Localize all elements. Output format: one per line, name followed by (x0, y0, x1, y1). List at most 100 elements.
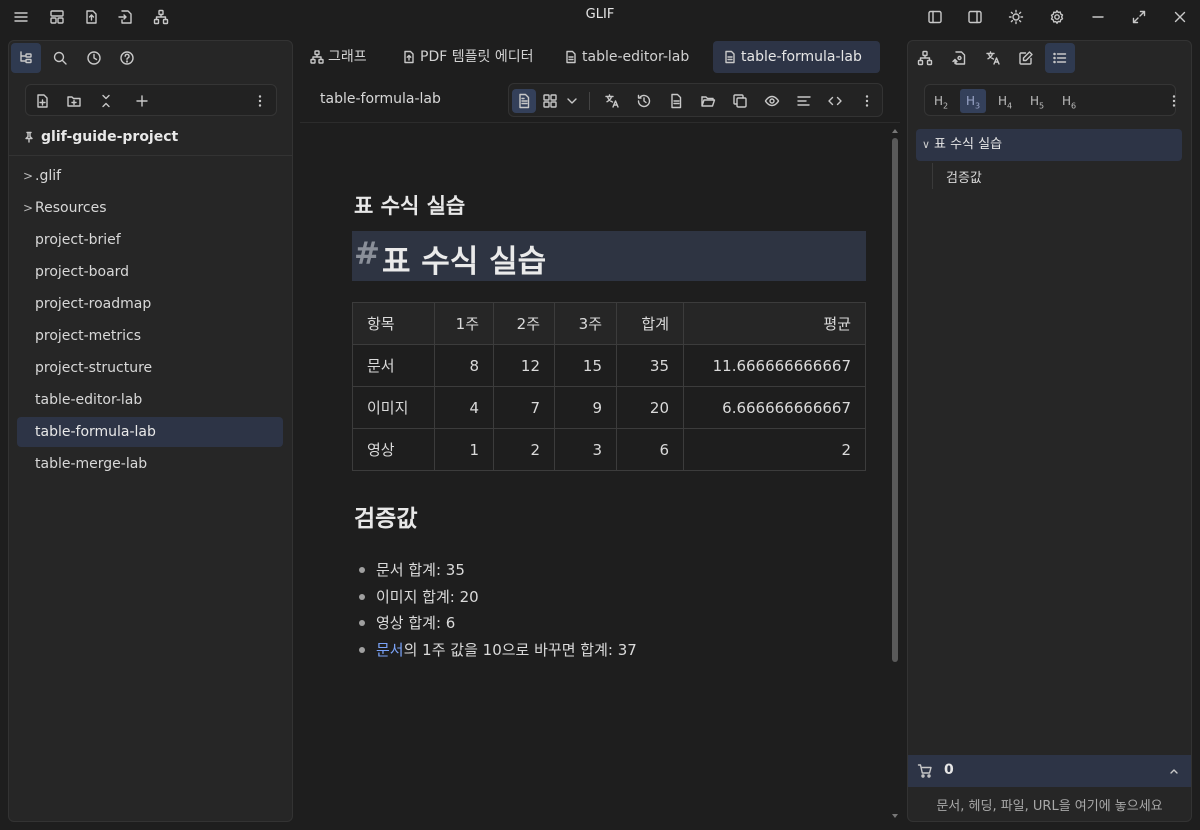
more-options-icon[interactable] (855, 89, 879, 113)
table-cell[interactable]: 11.666666666667 (683, 344, 866, 387)
table-cell[interactable]: 6 (616, 428, 684, 471)
tab-graph[interactable]: 그래프 (300, 41, 377, 73)
table-header-cell[interactable]: 3주 (554, 302, 617, 345)
more-options-icon[interactable] (249, 90, 271, 112)
heading-filter-h5[interactable]: H5 (1024, 89, 1050, 113)
tree-item-table-merge-lab[interactable]: table-merge-lab (17, 449, 283, 479)
search-icon[interactable] (45, 43, 75, 73)
preview-eye-icon[interactable] (760, 89, 784, 113)
tree-item-project-structure[interactable]: project-structure (17, 353, 283, 383)
new-folder-icon[interactable] (63, 90, 85, 112)
heading-filter-h4[interactable]: H4 (992, 89, 1018, 113)
dropzone-count: 0 (944, 762, 954, 778)
import-file-icon[interactable] (115, 7, 135, 27)
document-link[interactable]: 문서 (376, 637, 404, 664)
tree-item-project-metrics[interactable]: project-metrics (17, 321, 283, 351)
maximize-icon[interactable] (1129, 7, 1149, 27)
settings-gear-icon[interactable] (1047, 7, 1067, 27)
add-icon[interactable] (131, 90, 153, 112)
file-tree-icon[interactable] (11, 43, 41, 73)
table-header-cell[interactable]: 평균 (683, 302, 866, 345)
chevron-down-icon[interactable] (560, 89, 584, 113)
code-icon[interactable] (823, 89, 847, 113)
divider (300, 122, 900, 123)
edit-icon[interactable] (1011, 43, 1041, 73)
data-table[interactable]: 항목 1주 2주 3주 합계 평균 문서 8 12 15 35 11.66666… (352, 302, 866, 471)
close-icon[interactable] (1170, 7, 1190, 27)
tree-item-table-formula-lab[interactable]: table-formula-lab (17, 417, 283, 447)
more-options-icon[interactable] (1163, 90, 1185, 112)
tree-item-project-brief[interactable]: project-brief (17, 225, 283, 255)
table-cell[interactable]: 이미지 (352, 386, 435, 429)
table-cell[interactable]: 4 (434, 386, 494, 429)
collapse-all-icon[interactable] (95, 90, 117, 112)
menu-icon[interactable] (11, 7, 31, 27)
bullet (359, 593, 365, 600)
outline-item-heading[interactable]: ∨ 표 수식 실습 (916, 129, 1182, 161)
table-cell[interactable]: 6.666666666667 (683, 386, 866, 429)
folder-open-icon[interactable] (696, 89, 720, 113)
table-cell[interactable]: 35 (616, 344, 684, 387)
export-file-icon[interactable] (81, 7, 101, 27)
tab-bar: 그래프 PDF 템플릿 에디터 table-editor-lab table-f… (300, 40, 900, 74)
layout-icon[interactable] (47, 7, 67, 27)
tree-item-table-editor-lab[interactable]: table-editor-lab (17, 385, 283, 415)
table-cell[interactable]: 8 (434, 344, 494, 387)
tree-folder-resources[interactable]: > Resources (17, 193, 283, 223)
file-export-icon (402, 50, 416, 64)
minimize-icon[interactable] (1088, 7, 1108, 27)
chevron-up-icon[interactable] (1168, 765, 1180, 777)
tab-pdf-template-editor[interactable]: PDF 템플릿 에디터 (392, 41, 543, 73)
new-file-icon[interactable] (31, 90, 53, 112)
table-cell[interactable]: 12 (493, 344, 555, 387)
history-icon[interactable] (632, 89, 656, 113)
tree-folder-glif[interactable]: > .glif (17, 161, 283, 191)
table-cell[interactable]: 9 (554, 386, 617, 429)
table-cell[interactable]: 문서 (352, 344, 435, 387)
copy-icon[interactable] (728, 89, 752, 113)
document-heading: 표 수식 실습 (354, 194, 466, 218)
outline-item-subheading[interactable]: 검증값 (946, 167, 982, 186)
theme-sun-icon[interactable] (1006, 7, 1026, 27)
table-header-cell[interactable]: 1주 (434, 302, 494, 345)
graph-icon[interactable] (151, 7, 171, 27)
toggle-left-sidebar-icon[interactable] (925, 7, 945, 27)
toggle-right-sidebar-icon[interactable] (965, 7, 985, 27)
table-cell[interactable]: 7 (493, 386, 555, 429)
dropzone-header[interactable]: 0 (908, 755, 1191, 787)
history-clock-icon[interactable] (79, 43, 109, 73)
backlinks-icon[interactable] (944, 43, 974, 73)
table-cell[interactable]: 20 (616, 386, 684, 429)
table-cell[interactable]: 1 (434, 428, 494, 471)
heading-filter-h3[interactable]: H3 (960, 89, 986, 113)
document-view-icon[interactable] (512, 89, 536, 113)
project-name: glif-guide-project (23, 129, 178, 145)
table-cell[interactable]: 15 (554, 344, 617, 387)
tab-table-formula-lab[interactable]: table-formula-lab (713, 41, 880, 73)
heading-filter-h6[interactable]: H6 (1056, 89, 1082, 113)
tree-item-project-board[interactable]: project-board (17, 257, 283, 287)
help-icon[interactable] (112, 43, 142, 73)
document-title: table-formula-lab (320, 91, 441, 107)
scrollbar-thumb[interactable] (892, 138, 898, 662)
h1-source-line[interactable]: # 표 수식 실습 (352, 231, 866, 281)
file-text-icon[interactable] (664, 89, 688, 113)
tab-table-editor-lab[interactable]: table-editor-lab (554, 41, 699, 73)
table-header-cell[interactable]: 항목 (352, 302, 435, 345)
tree-item-project-roadmap[interactable]: project-roadmap (17, 289, 283, 319)
table-header-cell[interactable]: 2주 (493, 302, 555, 345)
table-cell[interactable]: 3 (554, 428, 617, 471)
heading-filter-h2[interactable]: H2 (928, 89, 954, 113)
outline-list-icon[interactable] (1045, 43, 1075, 73)
table-cell[interactable]: 2 (683, 428, 866, 471)
toolbar-separator (589, 92, 590, 110)
table-row: 영상 1 2 3 6 2 (352, 428, 866, 471)
table-header-cell[interactable]: 합계 (616, 302, 684, 345)
table-cell[interactable]: 영상 (352, 428, 435, 471)
graph-icon[interactable] (910, 43, 940, 73)
translate-icon[interactable] (600, 89, 624, 113)
grid-view-icon[interactable] (538, 89, 562, 113)
table-cell[interactable]: 2 (493, 428, 555, 471)
align-left-icon[interactable] (792, 89, 816, 113)
translate-icon[interactable] (978, 43, 1008, 73)
